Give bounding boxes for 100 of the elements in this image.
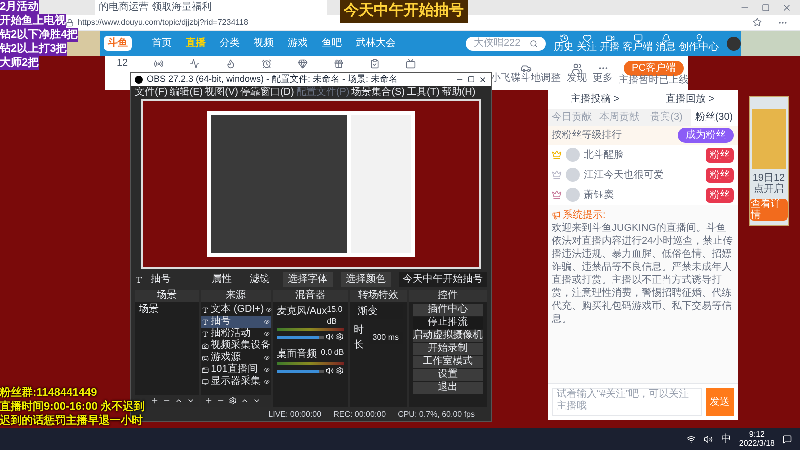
panel-link[interactable]: 直播回放 >: [666, 92, 715, 107]
toolbar-button[interactable]: 属性: [207, 272, 237, 287]
gamepad-icon: [202, 354, 210, 362]
menu-item[interactable]: 停靠窗口(D): [240, 88, 294, 98]
nav-icon-button[interactable]: 开播: [600, 34, 620, 53]
control-button[interactable]: 退出: [413, 382, 483, 394]
avatar: [566, 168, 580, 182]
nav-link[interactable]: 分类: [220, 36, 240, 51]
nav-icon-button[interactable]: 客户端: [623, 34, 653, 53]
control-button[interactable]: 插件中心: [413, 304, 483, 316]
wifi-icon[interactable]: [687, 434, 696, 444]
pulse-icon[interactable]: [190, 59, 200, 69]
fan-name: 北斗醒脸: [584, 148, 625, 162]
eye-icon[interactable]: [266, 307, 272, 313]
category-item[interactable]: 小飞碟斗地调整: [491, 62, 561, 84]
dock-title: 控件: [409, 290, 487, 302]
gem-icon[interactable]: [298, 59, 308, 69]
eye-icon[interactable]: [264, 379, 270, 385]
menu-item[interactable]: 帮助(H): [442, 88, 476, 98]
nav-link[interactable]: 鱼吧: [322, 36, 342, 51]
notification-icon[interactable]: [783, 434, 792, 444]
settings-icon[interactable]: [229, 397, 238, 405]
text-field[interactable]: 今天中午开始抽号: [399, 272, 487, 287]
panel-link[interactable]: 主播投稿 >: [571, 92, 620, 107]
speaker-icon[interactable]: [326, 333, 334, 341]
eye-icon[interactable]: [264, 319, 270, 325]
down-icon[interactable]: [253, 397, 262, 405]
category-item[interactable]: 发现: [567, 62, 587, 84]
level-meter: [277, 362, 344, 365]
menu-item[interactable]: 场景集合(S): [352, 88, 406, 98]
rank-title: 按粉丝等级排行: [552, 128, 622, 143]
source-item[interactable]: 游戏源: [201, 352, 272, 364]
menu-item[interactable]: 视图(V): [205, 88, 238, 98]
speaker-icon[interactable]: [704, 434, 714, 444]
menu-item[interactable]: 文件(F): [135, 88, 168, 98]
control-button[interactable]: 工作室模式: [413, 356, 483, 368]
nav-icon-button[interactable]: 创作中心: [679, 34, 719, 53]
speaker-icon[interactable]: [326, 367, 334, 375]
bulb-icon: [694, 34, 704, 43]
avatar: [566, 188, 580, 202]
ad-date: 19日12点开启: [752, 173, 786, 195]
search-icon: [530, 40, 538, 48]
nav-link[interactable]: 首页: [152, 36, 172, 51]
settings-icon[interactable]: [336, 333, 344, 341]
clock[interactable]: 9:12 2022/3/18: [739, 430, 775, 448]
menu-item[interactable]: 编辑(E): [170, 88, 204, 98]
gift-icon[interactable]: [334, 59, 344, 69]
category-item[interactable]: 更多: [593, 62, 613, 84]
source-item[interactable]: 抽号: [201, 316, 272, 328]
down-icon[interactable]: [187, 397, 196, 405]
join-fans-button[interactable]: 成为粉丝: [678, 128, 734, 143]
avatar[interactable]: [727, 36, 741, 50]
source-item[interactable]: 101直播间: [201, 364, 272, 376]
control-button[interactable]: 开始录制: [413, 343, 483, 355]
url-field[interactable]: https://www.douyu.com/topic/djjzbj?rid=7234118: [78, 16, 248, 28]
dock-title: 场景: [135, 290, 200, 302]
control-button[interactable]: 停止推流: [413, 317, 483, 329]
nav-link[interactable]: 武林大会: [356, 36, 396, 51]
eye-icon[interactable]: [264, 367, 270, 373]
maximize-icon[interactable]: [468, 76, 475, 83]
rec-timer: REC: 00:00:00: [334, 409, 386, 421]
duration-label: 时长: [354, 324, 365, 353]
menu-item[interactable]: 工具(T): [407, 88, 440, 98]
source-item[interactable]: 抽粉活动: [201, 328, 272, 340]
browser-tab[interactable]: 的电商运营 领取海量福利: [95, 0, 327, 15]
avatar: [566, 148, 580, 162]
nav-icon-button[interactable]: 关注: [577, 34, 597, 53]
nav-icon-button[interactable]: 历史: [554, 34, 574, 53]
overlay-text: 大师2把: [0, 56, 40, 70]
alarm-icon[interactable]: [262, 59, 272, 69]
add-icon[interactable]: [151, 397, 160, 405]
source-item[interactable]: 显示器采集: [201, 376, 272, 388]
flame-icon[interactable]: [226, 59, 236, 69]
scene-item[interactable]: 场景: [135, 304, 200, 316]
control-button[interactable]: 设置: [413, 369, 483, 381]
add-icon[interactable]: [205, 397, 214, 405]
nav-link[interactable]: 视频: [254, 36, 274, 51]
settings-icon[interactable]: [336, 367, 344, 375]
eye-icon[interactable]: [264, 331, 270, 337]
control-button[interactable]: 启动虚拟摄像机: [413, 330, 483, 342]
star-icon[interactable]: [753, 18, 762, 27]
toolbar-button[interactable]: 选择字体: [283, 272, 333, 287]
overlay-text: 开始鱼上电视: [0, 14, 66, 28]
close-icon[interactable]: [479, 76, 487, 84]
text-icon: [202, 318, 210, 326]
nav-icon-button[interactable]: 消息: [656, 34, 676, 53]
clipboard-icon[interactable]: [370, 59, 380, 69]
text-icon: [135, 274, 143, 284]
source-item[interactable]: 文本 (GDI+): [201, 304, 272, 316]
rank-tab[interactable]: 粉丝(30): [690, 109, 738, 126]
radio-icon[interactable]: [154, 59, 164, 69]
eye-icon[interactable]: [264, 355, 270, 361]
toolbar-button[interactable]: 选择颜色: [341, 272, 391, 287]
toolbar-button[interactable]: 滤镜: [245, 272, 275, 287]
up-icon[interactable]: [175, 397, 184, 405]
up-icon[interactable]: [241, 397, 250, 405]
tv-icon[interactable]: [406, 59, 416, 69]
ime-indicator[interactable]: 中: [721, 432, 732, 446]
nav-link[interactable]: 游戏: [288, 36, 308, 51]
cpu-status: CPU: 0.7%, 60.00 fps: [398, 409, 475, 421]
